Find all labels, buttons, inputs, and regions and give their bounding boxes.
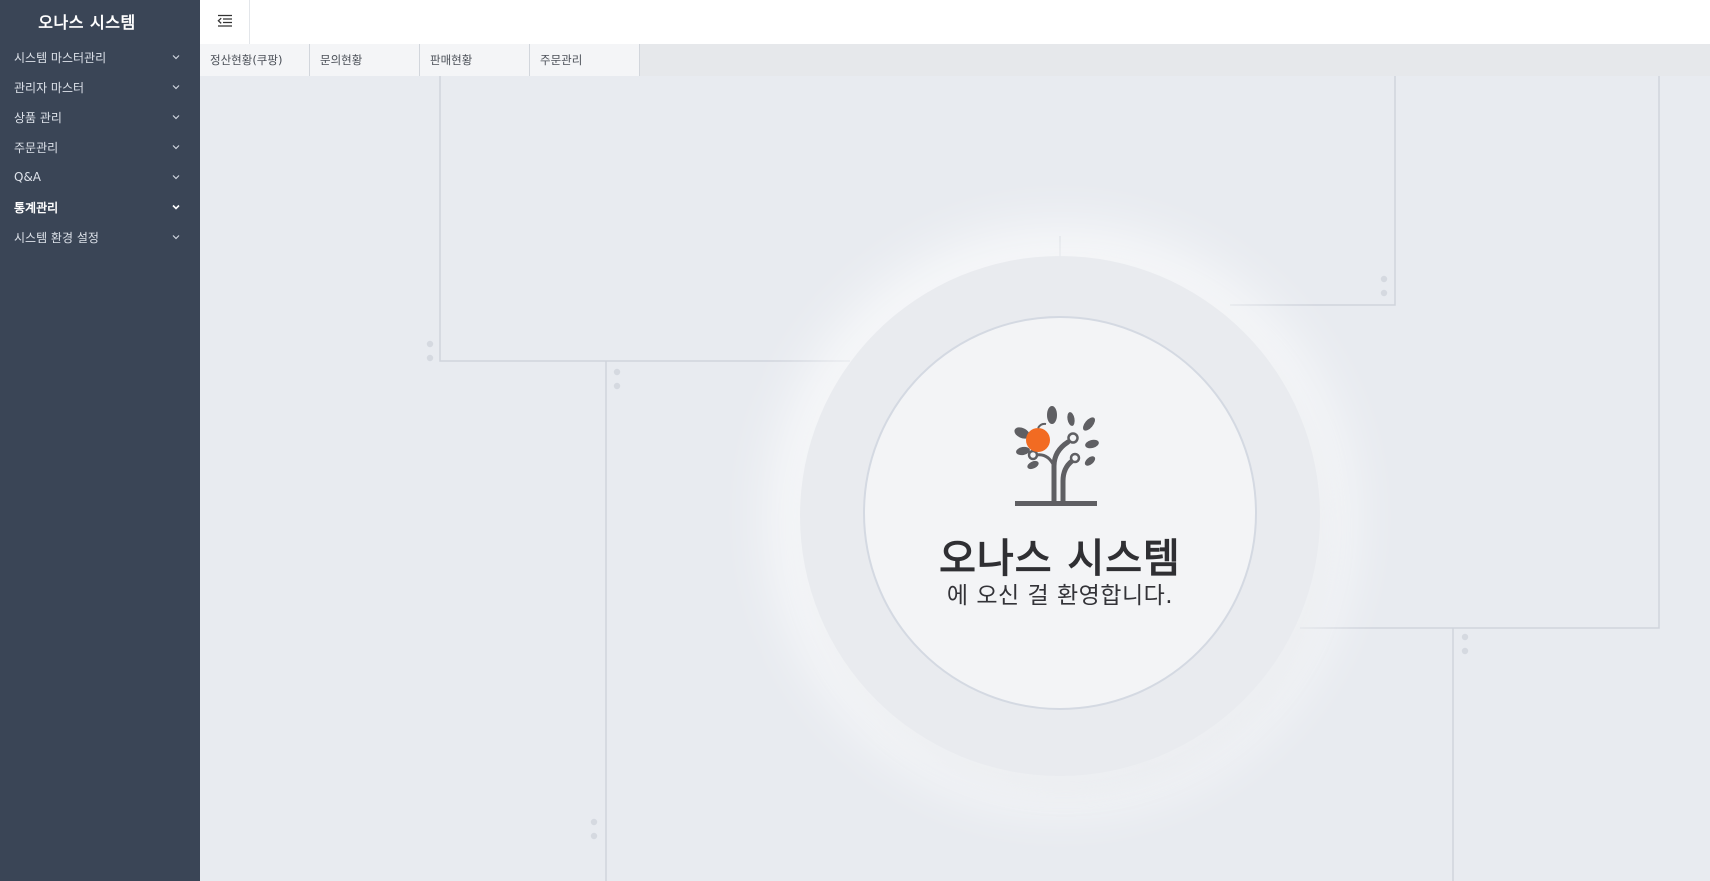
chevron-down-icon [172,173,180,181]
sidebar-item-label: 통계관리 [14,200,59,215]
sidebar-item-label: 시스템 환경 설정 [14,230,99,245]
app-root: 오나스 시스템 시스템 마스터관리 관리자 마스터 상품 관리 주문관리 Q&A [0,0,1710,881]
tab-inquiry-status[interactable]: 문의현황 [310,44,420,76]
sidebar-item-qna[interactable]: Q&A [0,162,200,192]
welcome-inner-circle [863,316,1257,710]
brand-title[interactable]: 오나스 시스템 [0,0,200,42]
chevron-down-icon [172,113,180,121]
welcome-subtitle: 에 오신 걸 환영합니다. [946,583,1174,609]
tab-settlement-coupang[interactable]: 정산현황(쿠팡) [200,44,310,76]
sidebar-item-orders[interactable]: 주문관리 [0,132,200,162]
sidebar-item-label: 주문관리 [14,140,59,155]
sidebar-item-statistics[interactable]: 통계관리 [0,192,200,222]
tab-order-management[interactable]: 주문관리 [530,44,640,76]
sidebar-item-system-master[interactable]: 시스템 마스터관리 [0,42,200,72]
sidebar-item-product[interactable]: 상품 관리 [0,102,200,132]
sidebar-item-label: 상품 관리 [14,110,62,125]
chevron-down-icon [172,203,180,211]
sidebar-item-system-settings[interactable]: 시스템 환경 설정 [0,222,200,252]
chevron-down-icon [172,143,180,151]
tab-sales-status[interactable]: 판매현황 [420,44,530,76]
tab-bar: 정산현황(쿠팡) 문의현황 판매현황 주문관리 [200,44,1710,76]
top-bar [200,0,1710,44]
sidebar-item-admin-master[interactable]: 관리자 마스터 [0,72,200,102]
chevron-down-icon [172,233,180,241]
chevron-down-icon [172,53,180,61]
main-content: 오나스 시스템 에 오신 걸 환영합니다. [200,76,1710,881]
menu-collapse-icon [216,13,233,32]
sidebar-item-label: 시스템 마스터관리 [14,50,107,65]
sidebar: 오나스 시스템 시스템 마스터관리 관리자 마스터 상품 관리 주문관리 Q&A [0,0,200,881]
chevron-down-icon [172,83,180,91]
sidebar-item-label: 관리자 마스터 [14,80,85,95]
sidebar-item-label: Q&A [14,170,42,184]
tree-apple-logo-icon [1006,406,1106,512]
sidebar-menu: 시스템 마스터관리 관리자 마스터 상품 관리 주문관리 Q&A 통계관리 시스… [0,42,200,252]
sidebar-toggle-button[interactable] [200,0,250,44]
